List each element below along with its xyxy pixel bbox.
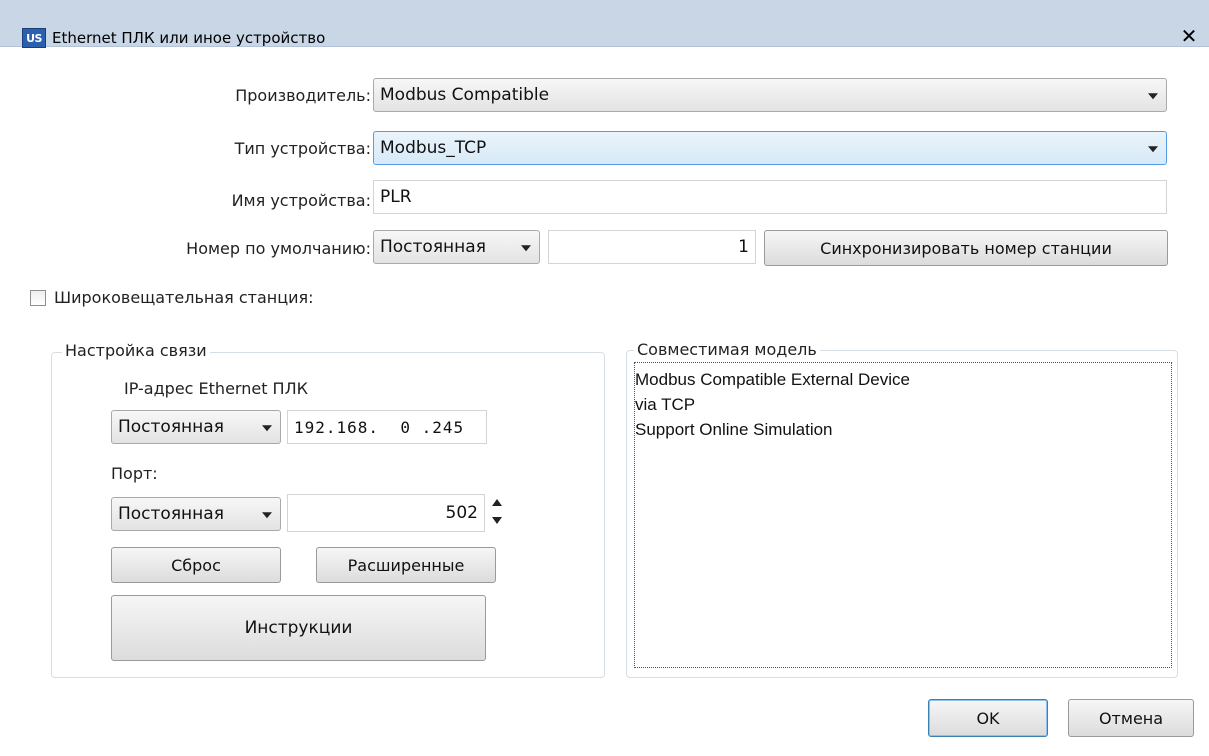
device-type-select[interactable]: Modbus_TCP	[373, 131, 1167, 165]
port-label: Порт:	[111, 464, 158, 483]
reset-button[interactable]: Сброс	[111, 547, 281, 583]
app-icon: US	[22, 28, 46, 48]
broadcast-label: Широковещательная станция:	[54, 288, 314, 307]
title-bar: US Ethernet ПЛК или иное устройство ✕	[0, 0, 1209, 48]
device-name-input[interactable]: PLR	[373, 180, 1167, 214]
advanced-button[interactable]: Расширенные	[316, 547, 496, 583]
spinner-down-icon[interactable]	[492, 517, 502, 524]
manufacturer-value: Modbus Compatible	[380, 85, 550, 105]
dropdown-arrow-icon	[521, 245, 531, 252]
compatible-model-list[interactable]: Modbus Compatible External Device via TC…	[634, 362, 1172, 668]
device-type-label: Тип устройства:	[234, 139, 371, 158]
compatible-model-title: Совместимая модель	[634, 340, 820, 359]
manufacturer-select[interactable]: Modbus Compatible	[373, 78, 1167, 112]
default-number-input[interactable]: 1	[548, 230, 756, 264]
spinner-up-icon[interactable]	[492, 499, 502, 506]
port-mode-select[interactable]: Постоянная	[111, 497, 281, 531]
ip-mode-select[interactable]: Постоянная	[111, 410, 281, 444]
dropdown-arrow-icon	[262, 425, 272, 432]
manufacturer-label: Производитель:	[235, 86, 371, 105]
port-spinner[interactable]	[490, 497, 506, 529]
default-number-mode-select[interactable]: Постоянная	[373, 230, 540, 264]
dropdown-arrow-icon	[1148, 93, 1158, 100]
list-item[interactable]: via TCP	[635, 392, 1171, 417]
device-name-value: PLR	[380, 187, 412, 207]
ip-address-value: 192.168. 0 .245	[294, 417, 465, 437]
cancel-button[interactable]: Отмена	[1068, 699, 1194, 737]
sync-station-button[interactable]: Синхронизировать номер станции	[764, 230, 1168, 266]
port-mode-value: Постоянная	[118, 504, 224, 524]
dropdown-arrow-icon	[262, 512, 272, 519]
broadcast-checkbox[interactable]	[30, 290, 46, 306]
default-number-mode-value: Постоянная	[380, 237, 486, 257]
dialog-window: US Ethernet ПЛК или иное устройство ✕ Пр…	[0, 0, 1209, 756]
ip-label: IP-адрес Ethernet ПЛК	[124, 379, 308, 398]
dropdown-arrow-icon	[1148, 146, 1158, 153]
device-type-value: Modbus_TCP	[380, 138, 487, 158]
default-number-label: Номер по умолчанию:	[186, 239, 371, 258]
instructions-button[interactable]: Инструкции	[111, 595, 486, 661]
close-icon[interactable]: ✕	[1177, 24, 1201, 48]
ip-address-input[interactable]: 192.168. 0 .245	[287, 410, 487, 444]
default-number-value: 1	[738, 237, 749, 257]
ok-button[interactable]: OK	[928, 699, 1048, 737]
list-item[interactable]: Modbus Compatible External Device	[635, 367, 1171, 392]
list-item[interactable]: Support Online Simulation	[635, 417, 1171, 442]
device-name-label: Имя устройства:	[231, 191, 371, 210]
port-value: 502	[445, 503, 478, 523]
comm-settings-title: Настройка связи	[62, 341, 210, 360]
window-title: Ethernet ПЛК или иное устройство	[52, 29, 326, 47]
port-input[interactable]: 502	[287, 494, 485, 532]
ip-mode-value: Постоянная	[118, 417, 224, 437]
